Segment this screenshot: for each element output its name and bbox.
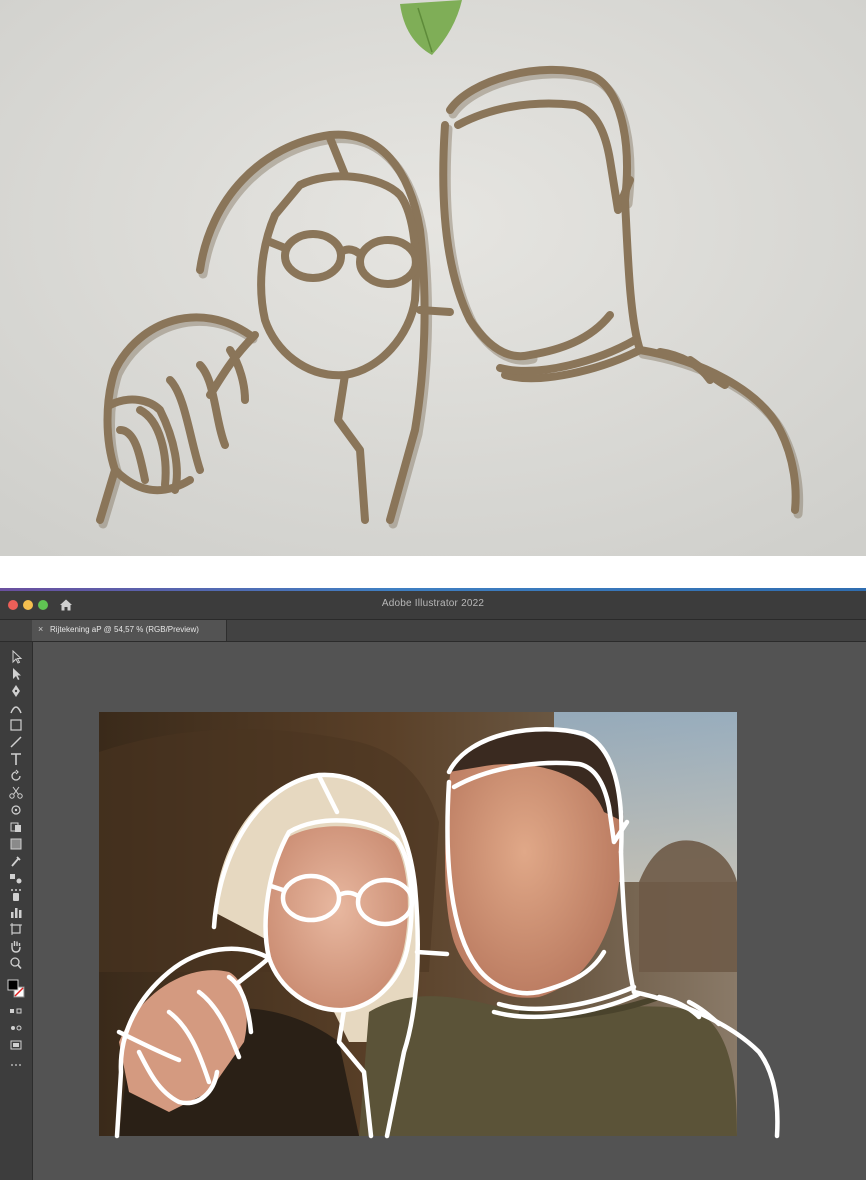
screen-mode-icon	[10, 1040, 22, 1050]
shape-builder-tool-icon	[10, 822, 21, 832]
line-tool-icon	[10, 736, 22, 748]
gradient-tool-icon	[10, 838, 22, 850]
spacer	[0, 556, 866, 588]
artboard-tool-icon	[10, 923, 22, 935]
symbol-sprayer-tool-icon	[11, 889, 21, 901]
zoom-tool-icon	[10, 957, 22, 970]
screen-mode[interactable]	[7, 1038, 25, 1052]
pen-tool-icon	[12, 685, 20, 697]
graph-tool-icon	[11, 908, 22, 918]
type-tool[interactable]	[7, 752, 25, 766]
shape-builder-tool[interactable]	[7, 820, 25, 834]
illustrator-window: Adobe Illustrator 2022 × Rijtekening aP …	[0, 588, 866, 1180]
rotate-tool-icon	[11, 769, 21, 781]
wall-background	[0, 0, 866, 556]
eyedropper-tool[interactable]	[7, 854, 25, 868]
drawing-mode[interactable]	[7, 1021, 25, 1035]
direct-selection-tool[interactable]	[7, 667, 25, 681]
more-icon	[11, 1064, 21, 1066]
type-tool-icon	[11, 753, 21, 765]
hand-tool[interactable]	[7, 939, 25, 953]
fill-stroke-icon	[7, 979, 25, 998]
pen-tool[interactable]	[7, 684, 25, 698]
title-bar: Adobe Illustrator 2022	[0, 591, 866, 620]
scissors-tool-icon	[9, 786, 23, 799]
swap-fill-stroke[interactable]	[7, 1004, 25, 1018]
artboard-tool[interactable]	[7, 922, 25, 936]
rectangle-tool-icon	[10, 719, 22, 731]
eyedropper-tool-icon	[11, 856, 21, 867]
app-title: Adobe Illustrator 2022	[381, 598, 485, 609]
width-tool[interactable]	[7, 803, 25, 817]
blend-tool[interactable]	[7, 871, 25, 885]
swap-icon	[10, 1008, 22, 1014]
width-tool-icon	[11, 805, 21, 815]
scissors-tool[interactable]	[7, 786, 25, 800]
graph-tool[interactable]	[7, 905, 25, 919]
fill-stroke-swatches[interactable]	[7, 978, 25, 1000]
curvature-tool-icon	[10, 706, 22, 714]
tab-close-icon[interactable]: ×	[38, 624, 43, 634]
rotate-tool[interactable]	[7, 769, 25, 783]
drawing-mode-icon	[11, 1025, 22, 1031]
curvature-tool[interactable]	[7, 701, 25, 715]
tools-panel	[0, 642, 33, 1180]
direct-selection-tool-icon	[13, 668, 21, 680]
hand-tool-icon	[11, 941, 21, 953]
wooden-line-art-photo	[0, 0, 866, 556]
more-tools[interactable]	[7, 1058, 25, 1072]
document-tab[interactable]: × Rijtekening aP @ 54,57 % (RGB/Preview)	[32, 620, 227, 641]
rectangle-tool[interactable]	[7, 718, 25, 732]
document-tab-bar: × Rijtekening aP @ 54,57 % (RGB/Preview)	[0, 620, 866, 642]
gradient-tool[interactable]	[7, 837, 25, 851]
zoom-tool[interactable]	[7, 956, 25, 970]
line-tool[interactable]	[7, 735, 25, 749]
symbol-sprayer-tool[interactable]	[7, 888, 25, 902]
artboard-photo[interactable]	[99, 712, 780, 1139]
selection-tool-icon	[12, 650, 23, 664]
selection-tool[interactable]	[7, 650, 25, 664]
tab-label: Rijtekening aP @ 54,57 % (RGB/Preview)	[50, 625, 199, 634]
blend-tool-icon	[10, 874, 22, 884]
